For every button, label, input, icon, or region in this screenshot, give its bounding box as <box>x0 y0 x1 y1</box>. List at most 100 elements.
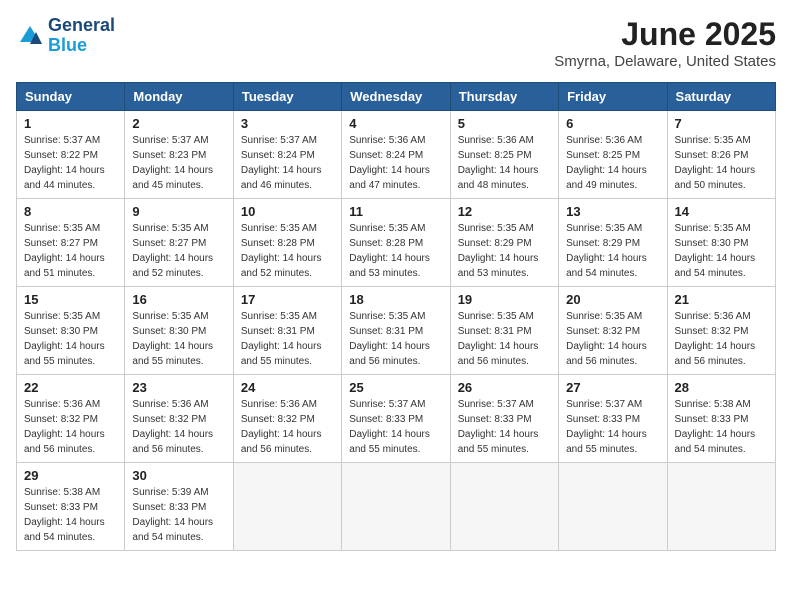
day-number: 9 <box>132 204 225 219</box>
day-cell: 6 Sunrise: 5:36 AM Sunset: 8:25 PM Daylig… <box>559 111 667 199</box>
day-cell: 16 Sunrise: 5:35 AM Sunset: 8:30 PM Dayli… <box>125 287 233 375</box>
day-number: 6 <box>566 116 659 131</box>
day-number: 25 <box>349 380 442 395</box>
day-info: Sunrise: 5:36 AM Sunset: 8:25 PM Dayligh… <box>458 133 551 193</box>
day-cell: 21 Sunrise: 5:36 AM Sunset: 8:32 PM Dayli… <box>667 287 775 375</box>
day-info: Sunrise: 5:36 AM Sunset: 8:32 PM Dayligh… <box>24 397 117 457</box>
day-info: Sunrise: 5:35 AM Sunset: 8:26 PM Dayligh… <box>675 133 768 193</box>
day-cell: 26 Sunrise: 5:37 AM Sunset: 8:33 PM Dayli… <box>450 375 558 463</box>
day-cell <box>233 463 341 551</box>
day-info: Sunrise: 5:38 AM Sunset: 8:33 PM Dayligh… <box>675 397 768 457</box>
day-number: 24 <box>241 380 334 395</box>
day-info: Sunrise: 5:35 AM Sunset: 8:29 PM Dayligh… <box>458 221 551 281</box>
column-header-wednesday: Wednesday <box>342 83 450 111</box>
day-number: 3 <box>241 116 334 131</box>
day-info: Sunrise: 5:37 AM Sunset: 8:33 PM Dayligh… <box>349 397 442 457</box>
day-cell: 27 Sunrise: 5:37 AM Sunset: 8:33 PM Dayli… <box>559 375 667 463</box>
day-cell: 29 Sunrise: 5:38 AM Sunset: 8:33 PM Dayli… <box>17 463 125 551</box>
day-info: Sunrise: 5:37 AM Sunset: 8:33 PM Dayligh… <box>566 397 659 457</box>
day-cell: 15Sunrise: 5:35 AM Sunset: 8:30 PM Dayli… <box>17 287 125 375</box>
logo: General Blue <box>16 16 115 56</box>
day-cell <box>667 463 775 551</box>
day-cell: 25 Sunrise: 5:37 AM Sunset: 8:33 PM Dayli… <box>342 375 450 463</box>
day-info: Sunrise: 5:35 AM Sunset: 8:31 PM Dayligh… <box>241 309 334 369</box>
title-block: June 2025 Smyrna, Delaware, United State… <box>554 16 776 70</box>
day-info: Sunrise: 5:35 AM Sunset: 8:29 PM Dayligh… <box>566 221 659 281</box>
day-number: 4 <box>349 116 442 131</box>
day-number: 18 <box>349 292 442 307</box>
day-number: 14 <box>675 204 768 219</box>
day-cell <box>342 463 450 551</box>
day-info: Sunrise: 5:35 AM Sunset: 8:30 PM Dayligh… <box>24 309 117 369</box>
day-cell: 17 Sunrise: 5:35 AM Sunset: 8:31 PM Dayli… <box>233 287 341 375</box>
day-cell: 30Sunrise: 5:39 AM Sunset: 8:33 PM Dayli… <box>125 463 233 551</box>
column-header-friday: Friday <box>559 83 667 111</box>
calendar-table: SundayMondayTuesdayWednesdayThursdayFrid… <box>16 82 776 551</box>
day-number: 2 <box>132 116 225 131</box>
week-row-1: 1 Sunrise: 5:37 AM Sunset: 8:22 PM Daylig… <box>17 111 776 199</box>
day-cell: 12 Sunrise: 5:35 AM Sunset: 8:29 PM Dayli… <box>450 199 558 287</box>
day-number: 16 <box>132 292 225 307</box>
day-info: Sunrise: 5:35 AM Sunset: 8:30 PM Dayligh… <box>132 309 225 369</box>
day-number: 12 <box>458 204 551 219</box>
day-info: Sunrise: 5:35 AM Sunset: 8:27 PM Dayligh… <box>24 221 117 281</box>
day-cell: 20 Sunrise: 5:35 AM Sunset: 8:32 PM Dayli… <box>559 287 667 375</box>
day-number: 19 <box>458 292 551 307</box>
day-cell: 14 Sunrise: 5:35 AM Sunset: 8:30 PM Dayli… <box>667 199 775 287</box>
day-number: 1 <box>24 116 117 131</box>
day-info: Sunrise: 5:37 AM Sunset: 8:22 PM Dayligh… <box>24 133 117 193</box>
day-info: Sunrise: 5:36 AM Sunset: 8:32 PM Dayligh… <box>132 397 225 457</box>
day-info: Sunrise: 5:38 AM Sunset: 8:33 PM Dayligh… <box>24 485 117 545</box>
day-cell: 24 Sunrise: 5:36 AM Sunset: 8:32 PM Dayli… <box>233 375 341 463</box>
day-number: 8 <box>24 204 117 219</box>
week-row-3: 15Sunrise: 5:35 AM Sunset: 8:30 PM Dayli… <box>17 287 776 375</box>
day-cell: 1 Sunrise: 5:37 AM Sunset: 8:22 PM Daylig… <box>17 111 125 199</box>
day-info: Sunrise: 5:36 AM Sunset: 8:24 PM Dayligh… <box>349 133 442 193</box>
day-info: Sunrise: 5:39 AM Sunset: 8:33 PM Dayligh… <box>132 485 225 545</box>
day-info: Sunrise: 5:35 AM Sunset: 8:27 PM Dayligh… <box>132 221 225 281</box>
day-cell <box>559 463 667 551</box>
day-cell: 23 Sunrise: 5:36 AM Sunset: 8:32 PM Dayli… <box>125 375 233 463</box>
day-number: 27 <box>566 380 659 395</box>
day-number: 26 <box>458 380 551 395</box>
day-cell: 7 Sunrise: 5:35 AM Sunset: 8:26 PM Daylig… <box>667 111 775 199</box>
day-number: 11 <box>349 204 442 219</box>
day-cell: 5Sunrise: 5:36 AM Sunset: 8:25 PM Daylig… <box>450 111 558 199</box>
day-cell: 18Sunrise: 5:35 AM Sunset: 8:31 PM Dayli… <box>342 287 450 375</box>
column-header-monday: Monday <box>125 83 233 111</box>
day-info: Sunrise: 5:35 AM Sunset: 8:31 PM Dayligh… <box>458 309 551 369</box>
day-number: 13 <box>566 204 659 219</box>
day-info: Sunrise: 5:36 AM Sunset: 8:32 PM Dayligh… <box>675 309 768 369</box>
day-info: Sunrise: 5:37 AM Sunset: 8:33 PM Dayligh… <box>458 397 551 457</box>
day-number: 7 <box>675 116 768 131</box>
day-cell: 9 Sunrise: 5:35 AM Sunset: 8:27 PM Daylig… <box>125 199 233 287</box>
day-number: 28 <box>675 380 768 395</box>
column-header-thursday: Thursday <box>450 83 558 111</box>
day-cell: 11 Sunrise: 5:35 AM Sunset: 8:28 PM Dayli… <box>342 199 450 287</box>
logo-text: General Blue <box>48 16 115 56</box>
day-info: Sunrise: 5:35 AM Sunset: 8:28 PM Dayligh… <box>349 221 442 281</box>
column-header-sunday: Sunday <box>17 83 125 111</box>
location: Smyrna, Delaware, United States <box>554 53 776 70</box>
day-number: 20 <box>566 292 659 307</box>
day-cell: 13 Sunrise: 5:35 AM Sunset: 8:29 PM Dayli… <box>559 199 667 287</box>
column-header-saturday: Saturday <box>667 83 775 111</box>
day-number: 22 <box>24 380 117 395</box>
day-cell: 10Sunrise: 5:35 AM Sunset: 8:28 PM Dayli… <box>233 199 341 287</box>
day-info: Sunrise: 5:36 AM Sunset: 8:32 PM Dayligh… <box>241 397 334 457</box>
day-cell: 22 Sunrise: 5:36 AM Sunset: 8:32 PM Dayli… <box>17 375 125 463</box>
page-header: General Blue June 2025 Smyrna, Delaware,… <box>16 16 776 70</box>
day-info: Sunrise: 5:35 AM Sunset: 8:30 PM Dayligh… <box>675 221 768 281</box>
day-info: Sunrise: 5:37 AM Sunset: 8:24 PM Dayligh… <box>241 133 334 193</box>
day-info: Sunrise: 5:35 AM Sunset: 8:32 PM Dayligh… <box>566 309 659 369</box>
day-number: 23 <box>132 380 225 395</box>
day-cell: 4 Sunrise: 5:36 AM Sunset: 8:24 PM Daylig… <box>342 111 450 199</box>
day-number: 17 <box>241 292 334 307</box>
day-cell: 8 Sunrise: 5:35 AM Sunset: 8:27 PM Daylig… <box>17 199 125 287</box>
day-info: Sunrise: 5:35 AM Sunset: 8:28 PM Dayligh… <box>241 221 334 281</box>
day-number: 21 <box>675 292 768 307</box>
day-info: Sunrise: 5:37 AM Sunset: 8:23 PM Dayligh… <box>132 133 225 193</box>
week-row-4: 22 Sunrise: 5:36 AM Sunset: 8:32 PM Dayli… <box>17 375 776 463</box>
day-info: Sunrise: 5:36 AM Sunset: 8:25 PM Dayligh… <box>566 133 659 193</box>
day-number: 29 <box>24 468 117 483</box>
